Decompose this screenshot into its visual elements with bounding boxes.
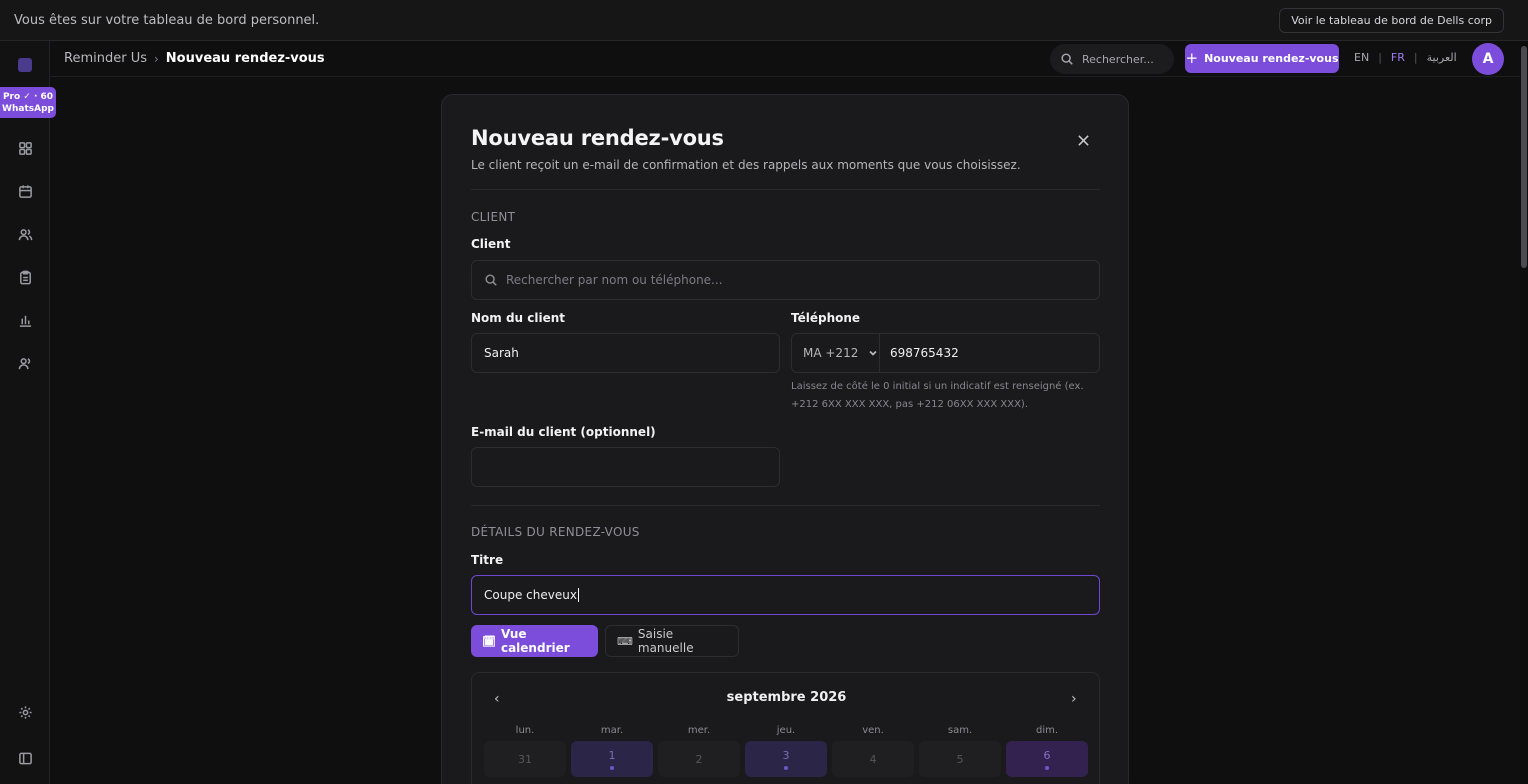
phone-number-value: 698765432 [890, 346, 959, 360]
section-client-heading: CLIENT [471, 210, 516, 224]
breadcrumb-current: Nouveau rendez-vous [165, 51, 325, 66]
client-name-value: Sarah [484, 346, 519, 360]
new-appointment-label: Nouveau rendez-vous [1204, 52, 1339, 65]
calendar-day-number: 2 [695, 752, 703, 766]
calendar-panel: ‹ septembre 2026 › lun. mar. mer. jeu. v… [471, 672, 1100, 784]
text-caret [577, 588, 579, 602]
team-icon[interactable] [16, 354, 34, 372]
calendar-day-number: 4 [869, 752, 877, 766]
search-icon [1061, 53, 1073, 65]
breadcrumb: Reminder Us › Nouveau rendez-vous [64, 51, 325, 66]
user-avatar[interactable]: A [1472, 43, 1504, 75]
personal-dashboard-message: Vous êtes sur votre tableau de bord pers… [14, 12, 320, 28]
divider [471, 189, 1100, 190]
plus-icon: + [1185, 49, 1199, 67]
calendar-day-number: 5 [956, 752, 964, 766]
calendar-day[interactable]: 6 [1006, 741, 1088, 777]
top-notice-bar: Vous êtes sur votre tableau de bord pers… [0, 0, 1528, 41]
calendar-day[interactable]: 3 [745, 741, 827, 777]
tab-calendar-label: Vue calendrier [500, 627, 570, 655]
weekday-wed: mer. [687, 725, 711, 736]
page-scrollbar-thumb[interactable] [1521, 46, 1527, 268]
calendar-emoji-icon: 🗓 [482, 634, 496, 648]
weekday-tue: mar. [600, 725, 624, 736]
weekday-thu: jeu. [776, 725, 796, 736]
lang-divider: | [1413, 51, 1418, 64]
divider [471, 505, 1100, 506]
section-details-heading: DÉTAILS DU RENDEZ-VOUS [471, 525, 640, 539]
weekday-fri: ven. [862, 725, 884, 736]
weekday-sat: sam. [947, 725, 973, 736]
calendar-day-number: 31 [518, 752, 532, 766]
close-icon[interactable] [1074, 131, 1092, 149]
client-email-label: E-mail du client (optionnel) [471, 425, 656, 439]
calendar-day: 31 [484, 741, 566, 777]
calendar-day[interactable]: 4 [832, 741, 914, 777]
client-search-input[interactable]: Rechercher par nom ou téléphone... [471, 260, 1100, 300]
country-code-select[interactable]: MA +212 [791, 333, 880, 373]
settings-gear-icon[interactable] [16, 703, 34, 721]
availability-dot [1045, 765, 1049, 770]
calendar-month-title: septembre 2026 [726, 690, 847, 705]
sidebar: Pro ✓ · 60 WhatsApp [0, 41, 56, 784]
availability-dot [784, 765, 788, 770]
tab-calendar-view[interactable]: 🗓 Vue calendrier [471, 625, 598, 657]
new-appointment-modal: Nouveau rendez-vous Le client reçoit un … [441, 94, 1129, 784]
dashboard-grid-icon[interactable] [16, 139, 34, 157]
calendar-next-month-button[interactable]: › [1071, 691, 1077, 707]
statistics-icon[interactable] [16, 311, 34, 329]
calendar-day[interactable]: 5 [919, 741, 1001, 777]
calendar-icon[interactable] [16, 182, 34, 200]
app-header: Reminder Us › Nouveau rendez-vous Recher… [50, 41, 1520, 77]
breadcrumb-separator: › [153, 51, 159, 66]
availability-dot [610, 765, 614, 770]
appointment-title-input[interactable]: Coupe cheveux [471, 575, 1100, 615]
lang-fr[interactable]: FR [1391, 51, 1405, 64]
calendar-day-number: 3 [782, 748, 790, 762]
lang-en[interactable]: EN [1354, 51, 1369, 64]
tab-manual-entry[interactable]: ⌨ Saisie manuelle [605, 625, 739, 657]
phone-number-input[interactable]: 698765432 [879, 333, 1100, 373]
collapse-sidebar-icon[interactable] [16, 749, 34, 767]
lang-ar[interactable]: العربية [1427, 51, 1457, 64]
global-search[interactable]: Rechercher... [1050, 44, 1174, 74]
new-appointment-button[interactable]: + Nouveau rendez-vous [1185, 44, 1339, 73]
appointment-title-value: Coupe cheveux [484, 588, 577, 602]
tab-manual-label: Saisie manuelle [637, 627, 694, 655]
phone-hint: Laissez de côté le 0 initial si un indic… [791, 381, 1084, 410]
calendar-day-number: 6 [1043, 748, 1051, 762]
modal-subtitle: Le client reçoit un e-mail de confirmati… [471, 158, 1021, 172]
chevron-down-icon [869, 350, 877, 356]
breadcrumb-root[interactable]: Reminder Us [64, 51, 147, 66]
country-code-value: MA +212 [803, 346, 859, 360]
client-email-input[interactable] [471, 447, 780, 487]
client-name-input[interactable]: Sarah [471, 333, 780, 373]
lang-divider: | [1378, 51, 1382, 64]
phone-label: Téléphone [791, 311, 861, 325]
calendar-day[interactable]: 1 [571, 741, 653, 777]
calendar-day-number: 1 [608, 748, 616, 762]
pro-badge-line2: WhatsApp [2, 103, 54, 114]
title-label: Titre [471, 553, 504, 567]
language-switcher: EN | FR | العربية [1354, 51, 1457, 64]
view-team-dashboard-button[interactable]: Voir le tableau de bord de Dells corp [1279, 7, 1504, 33]
pro-whatsapp-badge: Pro ✓ · 60 WhatsApp [0, 87, 56, 118]
pro-badge-line1: Pro ✓ · 60 [2, 91, 54, 102]
search-icon [485, 274, 497, 286]
clients-icon[interactable] [16, 225, 34, 243]
weekday-sun: dim. [1035, 725, 1059, 736]
clipboard-icon[interactable] [16, 268, 34, 286]
calendar-day[interactable]: 2 [658, 741, 740, 777]
app-logo[interactable] [18, 58, 32, 72]
client-search-placeholder: Rechercher par nom ou téléphone... [506, 273, 723, 287]
client-label: Client [471, 237, 511, 251]
client-name-label: Nom du client [471, 311, 566, 325]
modal-title: Nouveau rendez-vous [471, 126, 724, 150]
weekday-mon: lun. [515, 725, 535, 736]
keyboard-icon: ⌨ [617, 634, 633, 648]
global-search-placeholder: Rechercher... [1082, 52, 1154, 66]
